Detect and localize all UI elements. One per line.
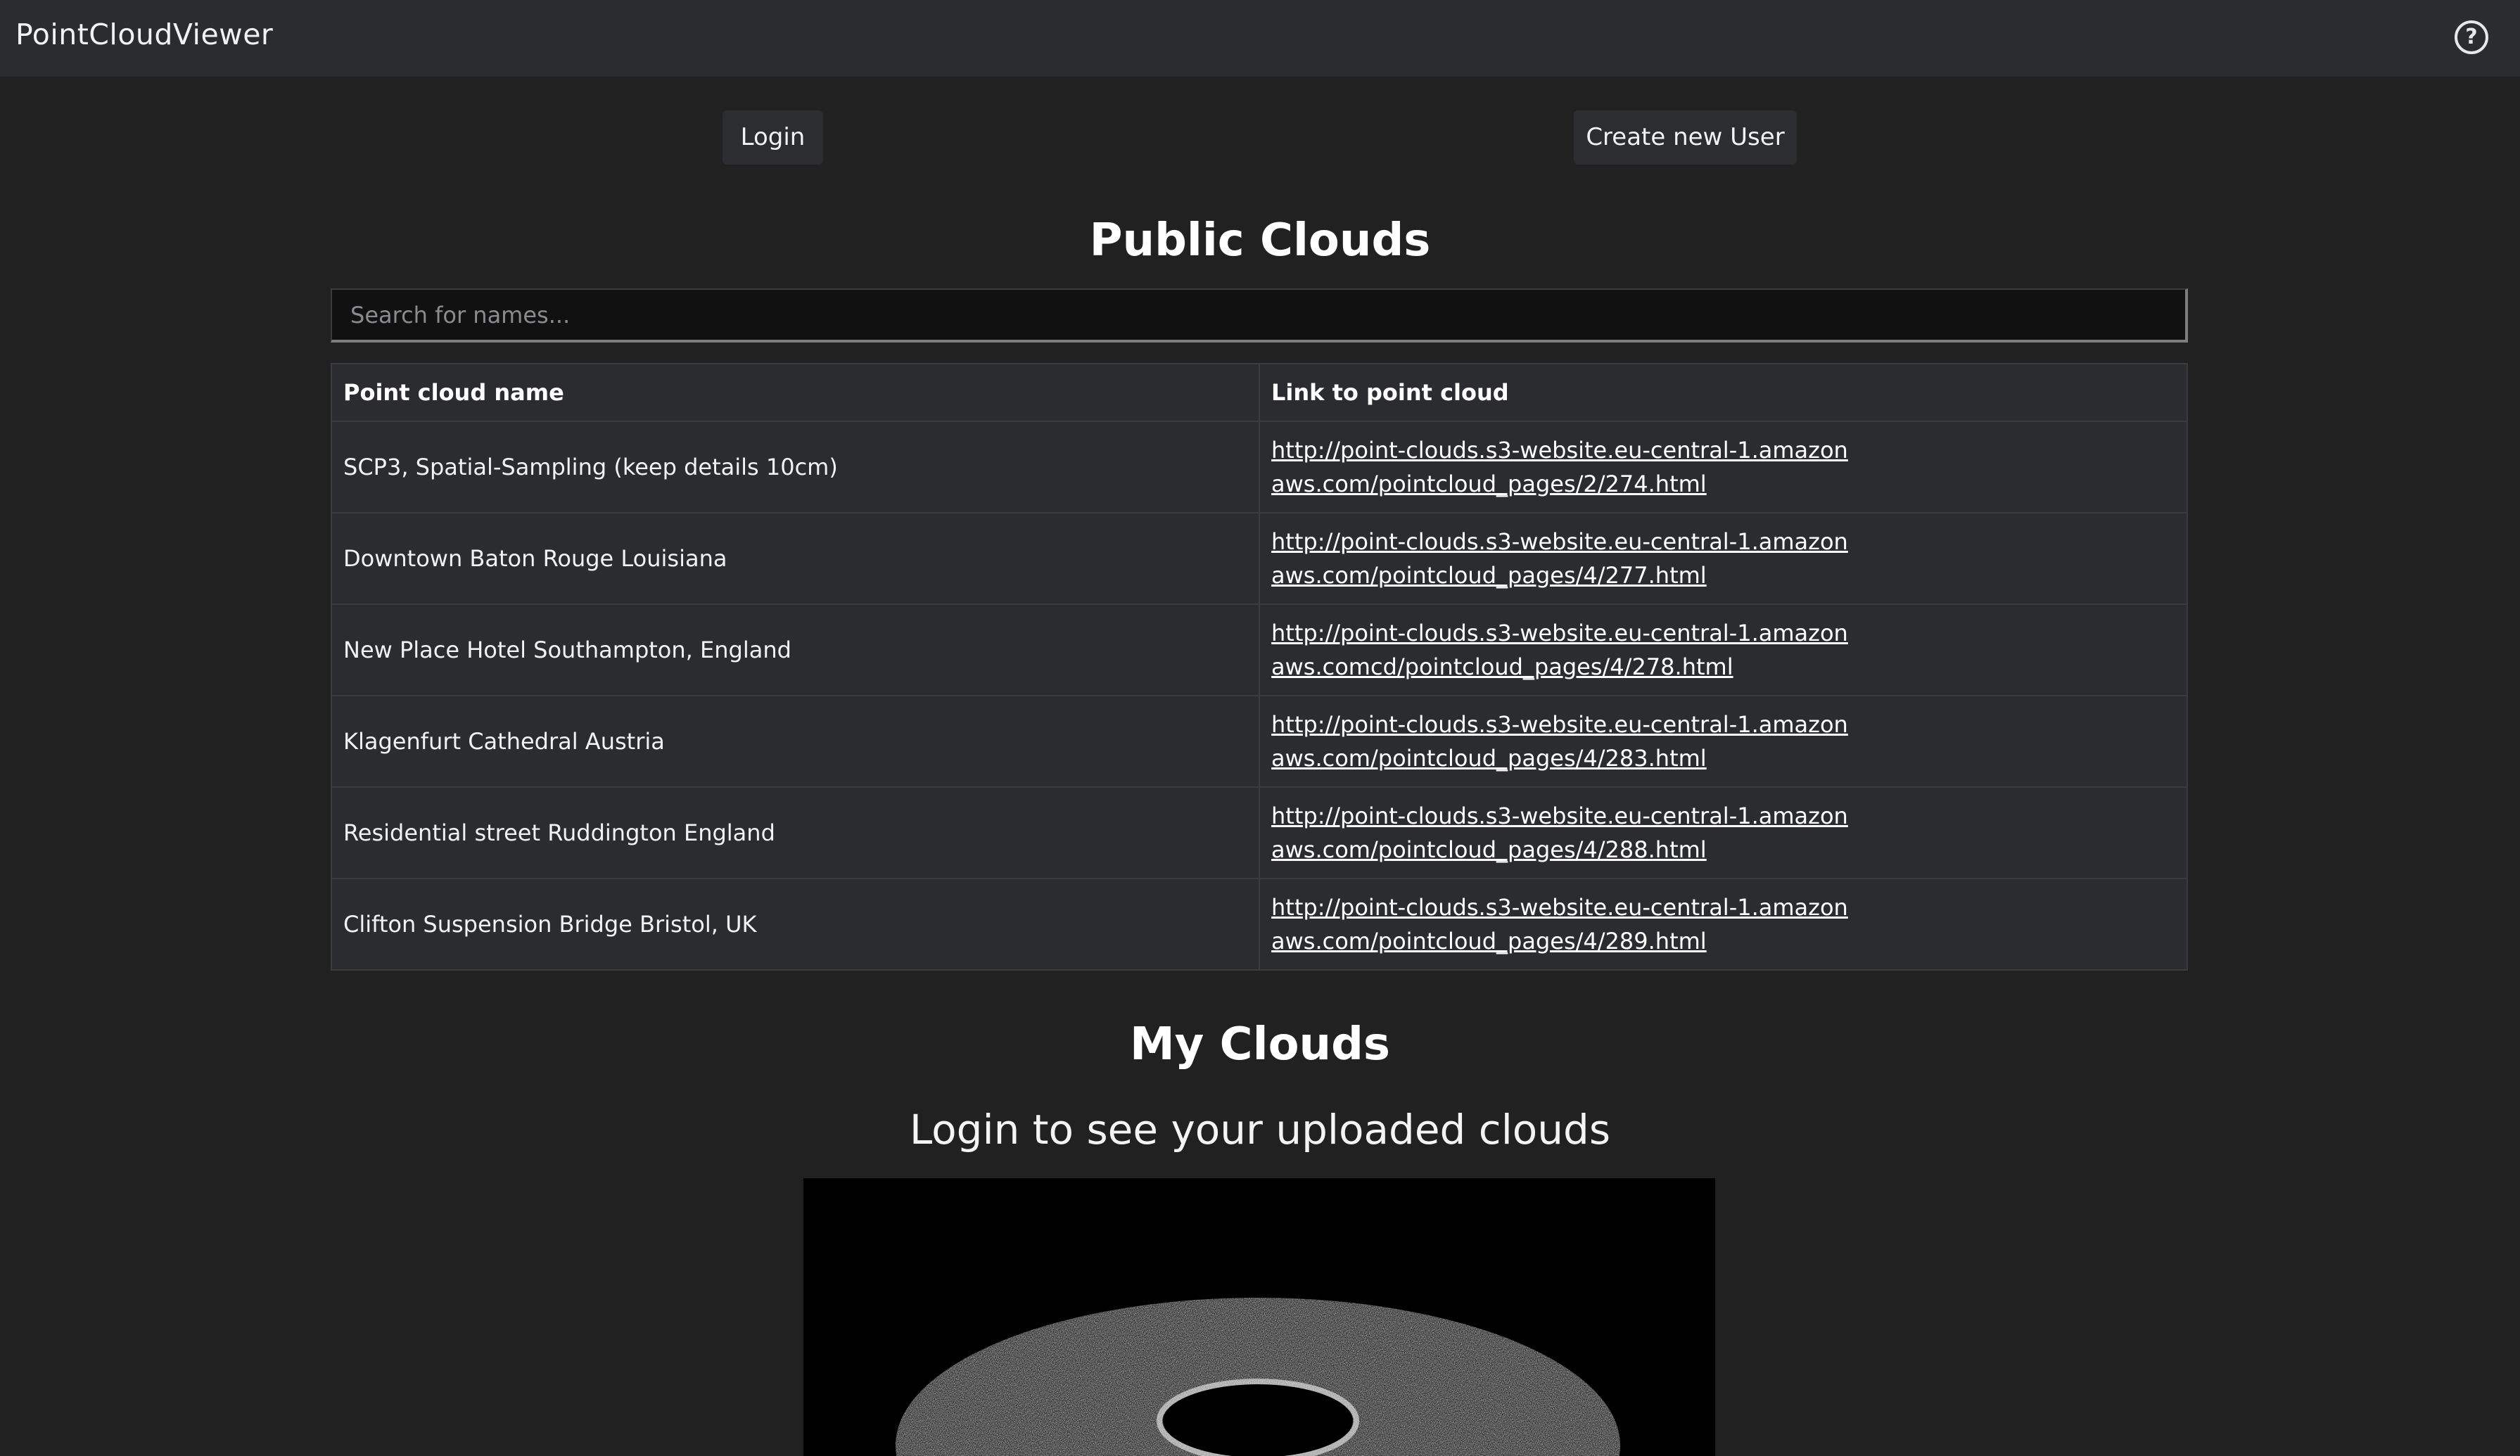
column-header-link: Link to point cloud: [1259, 363, 2188, 422]
cloud-link-cell: http://point-clouds.s3-website.eu-centra…: [1259, 695, 2188, 788]
table-row: Clifton Suspension Bridge Bristol, UK ht…: [331, 878, 2188, 971]
table-row: New Place Hotel Southampton, England htt…: [331, 604, 2188, 696]
table-row: Klagenfurt Cathedral Austria http://poin…: [331, 695, 2188, 788]
cloud-link-cell: http://point-clouds.s3-website.eu-centra…: [1259, 604, 2188, 696]
cloud-link[interactable]: http://point-clouds.s3-website.eu-centra…: [1271, 890, 1855, 958]
login-button[interactable]: Login: [723, 110, 823, 165]
login-prompt-message: Login to see your uploaded clouds: [909, 1106, 1611, 1154]
point-cloud-preview: [803, 1178, 1715, 1456]
cloud-link[interactable]: http://point-clouds.s3-website.eu-centra…: [1271, 433, 1855, 501]
table-row: Residential street Ruddington England ht…: [331, 786, 2188, 879]
cloud-link-cell: http://point-clouds.s3-website.eu-centra…: [1259, 512, 2188, 605]
my-clouds-heading: My Clouds: [1129, 1018, 1391, 1071]
app-title[interactable]: PointCloudViewer: [15, 18, 273, 51]
column-header-name: Point cloud name: [331, 363, 1260, 422]
cloud-name-cell: Klagenfurt Cathedral Austria: [331, 695, 1260, 788]
cloud-link[interactable]: http://point-clouds.s3-website.eu-centra…: [1271, 708, 1855, 775]
table-row: Downtown Baton Rouge Louisiana http://po…: [331, 512, 2188, 605]
search-input[interactable]: [331, 288, 2188, 343]
cloud-link-cell: http://point-clouds.s3-website.eu-centra…: [1259, 421, 2188, 513]
help-icon[interactable]: ?: [2455, 20, 2488, 54]
cloud-link[interactable]: http://point-clouds.s3-website.eu-centra…: [1271, 799, 1855, 867]
cloud-link-cell: http://point-clouds.s3-website.eu-centra…: [1259, 878, 2188, 971]
cloud-name-cell: SCP3, Spatial-Sampling (keep details 10c…: [331, 421, 1260, 513]
public-clouds-heading: Public Clouds: [1089, 215, 1431, 267]
cloud-link[interactable]: http://point-clouds.s3-website.eu-centra…: [1271, 616, 1855, 684]
cloud-name-cell: New Place Hotel Southampton, England: [331, 604, 1260, 696]
table-row: SCP3, Spatial-Sampling (keep details 10c…: [331, 421, 2188, 513]
cloud-name-cell: Residential street Ruddington England: [331, 786, 1260, 879]
table-header-row: Point cloud name Link to point cloud: [331, 363, 2188, 422]
cloud-name-cell: Clifton Suspension Bridge Bristol, UK: [331, 878, 1260, 971]
cloud-link-cell: http://point-clouds.s3-website.eu-centra…: [1259, 786, 2188, 879]
public-clouds-table: Point cloud name Link to point cloud SCP…: [331, 363, 2188, 971]
cloud-name-cell: Downtown Baton Rouge Louisiana: [331, 512, 1260, 605]
top-navbar: PointCloudViewer ?: [0, 0, 2520, 77]
create-user-button[interactable]: Create new User: [1574, 110, 1797, 165]
cloud-link[interactable]: http://point-clouds.s3-website.eu-centra…: [1271, 525, 1855, 592]
torus-point-cloud-image: [803, 1178, 1715, 1456]
